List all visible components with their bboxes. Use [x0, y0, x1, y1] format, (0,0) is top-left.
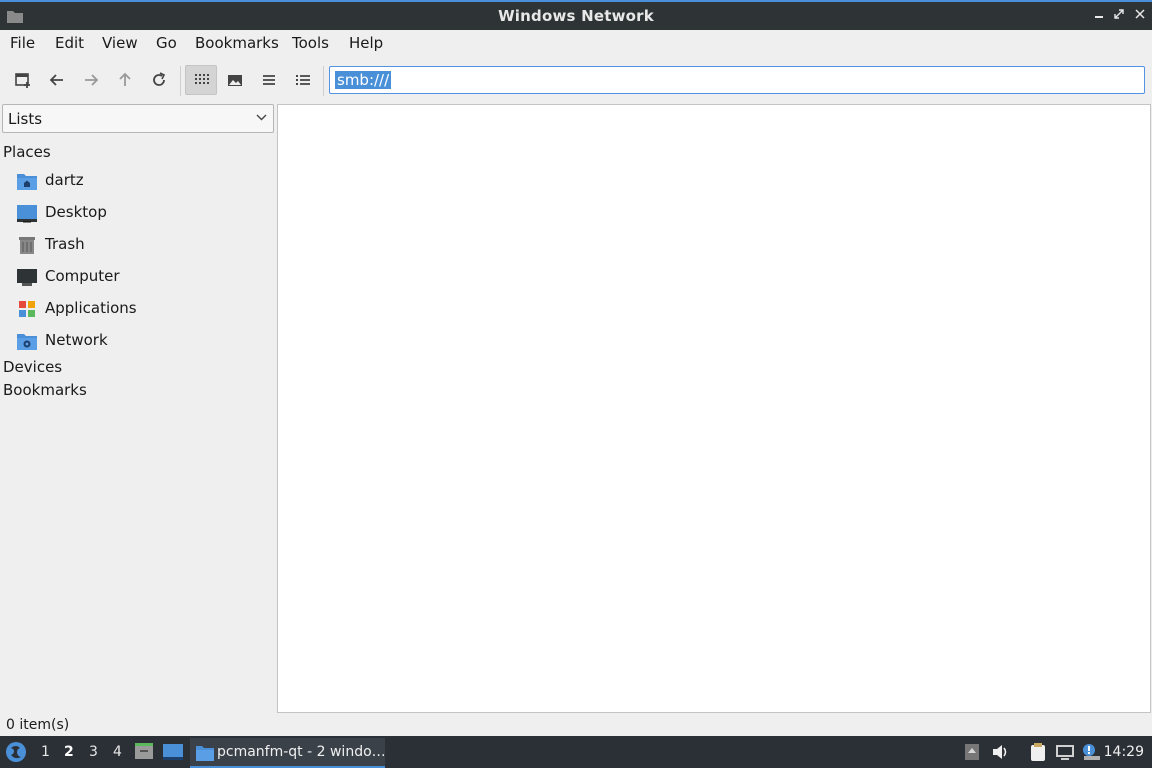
start-menu-icon[interactable] [5, 741, 27, 763]
menu-file[interactable]: File [10, 34, 35, 52]
toolbar-separator [323, 66, 324, 96]
sidebar-item-trash[interactable]: Trash [16, 230, 272, 258]
notification-icon[interactable] [1081, 742, 1101, 762]
icon-view-button[interactable] [185, 65, 217, 95]
up-icon [119, 72, 131, 86]
compact-view-icon [263, 75, 275, 85]
detailed-list-view-icon [296, 75, 310, 85]
side-pane-mode-value: Lists [8, 110, 43, 128]
menu-go[interactable]: Go [156, 34, 177, 52]
clock[interactable]: 14:29 [1104, 744, 1144, 760]
sidebar-item-label: Trash [45, 235, 85, 253]
volume-icon[interactable] [990, 742, 1010, 762]
file-manager-launcher-icon[interactable] [134, 741, 154, 761]
up-button[interactable] [109, 65, 141, 95]
forward-icon [85, 74, 99, 86]
window-titlebar[interactable]: Windows Network [0, 0, 1152, 30]
sidebar-item-label: Applications [45, 299, 137, 317]
back-button[interactable] [41, 65, 73, 95]
menu-bar: File Edit View Go Bookmarks Tools Help [0, 30, 1152, 56]
menu-tools[interactable]: Tools [292, 34, 329, 52]
sidebar-item-desktop[interactable]: Desktop [16, 198, 272, 226]
new-tab-icon [15, 73, 30, 88]
close-icon[interactable] [1131, 7, 1149, 25]
desktop-switch-2[interactable]: 2 [64, 744, 74, 760]
detailed-list-view-button[interactable] [287, 65, 319, 95]
compact-view-button[interactable] [253, 65, 285, 95]
icon-view-icon [195, 74, 209, 84]
sidebar-item-applications[interactable]: Applications [16, 294, 272, 322]
thumbnail-view-icon [228, 75, 242, 86]
reload-button[interactable] [143, 65, 175, 95]
menu-edit[interactable]: Edit [55, 34, 84, 52]
computer-icon [17, 269, 37, 286]
menu-view[interactable]: View [102, 34, 138, 52]
clipboard-icon[interactable] [1028, 742, 1048, 762]
back-icon [49, 74, 63, 86]
desktop-switch-4[interactable]: 4 [113, 744, 122, 760]
sidebar-item-dartz[interactable]: dartz [16, 166, 272, 194]
thumbnail-view-button[interactable] [219, 65, 251, 95]
status-text: 0 item(s) [6, 717, 70, 733]
taskbar: 1 2 3 4 pcmanfm-qt - 2 windo… 14:29 [0, 736, 1152, 768]
sidebar-item-label: Computer [45, 267, 120, 285]
sidebar-item-label: Desktop [45, 203, 107, 221]
menu-help[interactable]: Help [349, 34, 383, 52]
side-pane-mode-select[interactable]: Lists [2, 104, 274, 133]
desktop-switch-3[interactable]: 3 [89, 744, 98, 760]
address-bar-input[interactable]: smb:/// [329, 66, 1145, 94]
applications-icon [19, 301, 35, 317]
show-desktop-icon[interactable] [162, 742, 184, 762]
home-folder-icon [17, 174, 37, 190]
sidebar-item-label: Network [45, 331, 108, 349]
folder-icon [196, 746, 214, 761]
network-status-icon[interactable] [1055, 742, 1075, 762]
toolbar-separator [180, 66, 181, 96]
network-folder-icon [17, 334, 37, 350]
forward-button[interactable] [75, 65, 107, 95]
new-tab-button[interactable] [7, 65, 39, 95]
reload-icon [153, 72, 166, 86]
chevron-down-icon [256, 114, 267, 121]
bookmarks-heading[interactable]: Bookmarks [3, 381, 87, 399]
tray-arrow-icon[interactable] [962, 742, 982, 762]
minimize-icon[interactable] [1090, 7, 1108, 25]
folder-view[interactable] [277, 104, 1151, 713]
sidebar-item-network[interactable]: Network [16, 326, 272, 354]
taskbar-task-pcmanfm[interactable]: pcmanfm-qt - 2 windo… [190, 738, 386, 768]
desktop-icon [17, 205, 37, 223]
window-title: Windows Network [498, 7, 654, 25]
trash-icon [19, 237, 35, 254]
menu-bookmarks[interactable]: Bookmarks [195, 34, 279, 52]
devices-heading[interactable]: Devices [3, 358, 62, 376]
sidebar-item-label: dartz [45, 171, 84, 189]
address-bar-value: smb:/// [335, 71, 392, 89]
places-heading[interactable]: Places [3, 143, 51, 161]
desktop-switch-1[interactable]: 1 [41, 744, 50, 760]
sidebar-item-computer[interactable]: Computer [16, 262, 272, 290]
task-label: pcmanfm-qt - 2 windo… [217, 744, 386, 760]
maximize-icon[interactable] [1110, 7, 1128, 25]
